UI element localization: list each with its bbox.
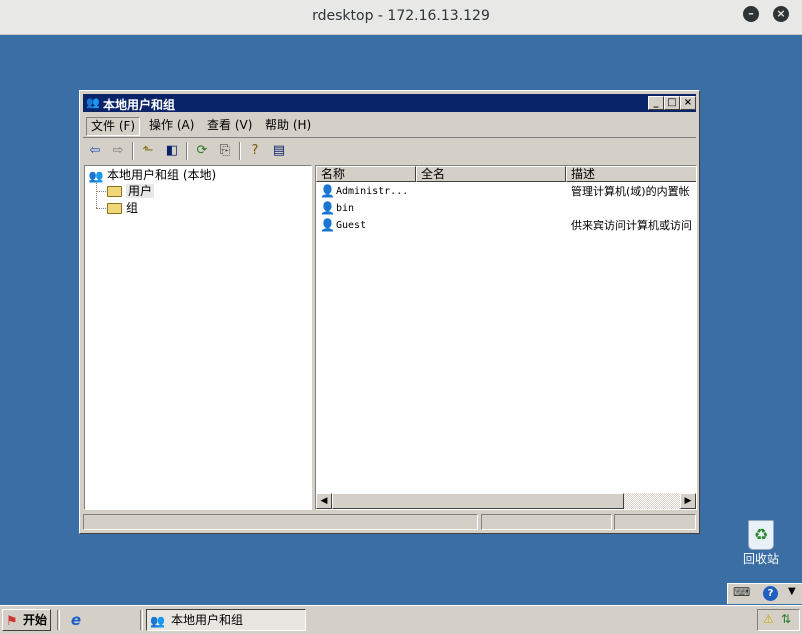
toolbar-separator — [239, 142, 241, 160]
menu-bar: 文件 (F) 操作 (A) 查看 (V) 帮助 (H) — [83, 115, 696, 138]
start-button[interactable]: ⚑ 开始 — [2, 609, 51, 631]
user-name: bin — [336, 203, 355, 214]
local-users-groups-window: 👥 本地用户和组 _ □ × 文件 (F) 操作 (A) 查看 (V) 帮助 (… — [79, 90, 700, 534]
recycle-bin-label: 回收站 — [742, 552, 779, 566]
maximize-button[interactable]: □ — [664, 96, 680, 110]
system-tray: ⚠ ⇅ — [757, 609, 800, 631]
column-header-name[interactable]: 名称 — [316, 166, 416, 182]
users-group-icon: 👥 — [150, 614, 165, 628]
column-header-description[interactable]: 描述 — [566, 166, 696, 182]
tree-connector — [96, 191, 106, 192]
scroll-right-arrow-icon[interactable]: ▶ — [680, 493, 696, 509]
open-folder-icon — [107, 186, 122, 197]
menu-view[interactable]: 查看 (V) — [203, 117, 256, 134]
user-description: 管理计算机(域)的内置帐 — [571, 185, 690, 198]
window-titlebar[interactable]: 👥 本地用户和组 _ □ × — [83, 94, 696, 112]
user-icon: 👤 — [320, 201, 335, 215]
close-button[interactable]: × — [680, 96, 696, 110]
table-row[interactable]: 👤Administr... 管理计算机(域)的内置帐 — [316, 183, 696, 200]
horizontal-scrollbar[interactable]: ◀ ▶ — [316, 493, 696, 509]
table-row[interactable]: 👤Guest 供来宾访问计算机或访问 — [316, 217, 696, 234]
tree-item-groups[interactable]: 组 — [107, 200, 138, 216]
toolbar-separator — [186, 142, 188, 160]
keyboard-icon[interactable]: ⌨ — [733, 585, 750, 599]
tree-connector — [96, 183, 97, 208]
toolbar: ⇦ ⇨ ⬑ ◧ ⟳ ⎘ ? ▤ — [83, 139, 696, 163]
properties-icon[interactable]: ▤ — [270, 142, 288, 160]
user-name-cell: 👤Guest — [320, 217, 366, 234]
tree-item-groups-label: 组 — [126, 201, 139, 215]
menu-action[interactable]: 操作 (A) — [145, 117, 198, 134]
help-circle-icon[interactable]: ? — [763, 586, 778, 601]
column-header-full-name[interactable]: 全名 — [416, 166, 566, 182]
internet-explorer-icon[interactable]: e — [67, 611, 85, 629]
rdesktop-title: rdesktop - 172.16.13.129 — [312, 8, 490, 24]
user-description: 供来宾访问计算机或访问 — [571, 219, 692, 232]
help-icon[interactable]: ? — [246, 142, 264, 160]
taskbar: ⚑ 开始 e 👥 本地用户和组 ⚠ ⇅ — [0, 605, 802, 634]
forward-arrow-icon[interactable]: ⇨ — [109, 142, 127, 160]
status-bar — [83, 513, 696, 531]
taskbar-item-local-users-groups[interactable]: 👥 本地用户和组 — [146, 609, 306, 631]
chevron-down-icon[interactable]: ▼ — [788, 586, 796, 597]
recycle-bin-icon: ♻ — [748, 520, 774, 550]
scrollbar-thumb[interactable] — [332, 493, 624, 509]
folder-icon — [107, 203, 122, 214]
quicklaunch-separator — [57, 610, 60, 630]
user-name-cell: 👤bin — [320, 200, 354, 217]
language-bar: ⌨ ? ▼ — [727, 583, 802, 604]
minimize-button[interactable]: _ — [648, 96, 664, 110]
taskbar-item-label: 本地用户和组 — [171, 613, 244, 627]
user-name: Administr... — [336, 186, 409, 197]
table-row[interactable]: 👤bin — [316, 200, 696, 217]
tree-connector — [96, 208, 106, 209]
user-name: Guest — [336, 220, 367, 231]
users-group-icon: 👥 — [88, 168, 104, 183]
scroll-left-arrow-icon[interactable]: ◀ — [316, 493, 332, 509]
export-list-icon[interactable]: ⎘ — [216, 142, 234, 160]
tree-root-label: 本地用户和组 (本地) — [107, 168, 217, 182]
back-arrow-icon[interactable]: ⇦ — [86, 142, 104, 160]
tree-root[interactable]: 👥 本地用户和组 (本地) — [88, 167, 217, 183]
users-group-icon: 👥 — [86, 96, 100, 109]
status-cell-2 — [481, 514, 612, 530]
rdesktop-minimize-button[interactable]: – — [743, 6, 759, 22]
menu-help[interactable]: 帮助 (H) — [261, 117, 315, 134]
rdesktop-titlebar: rdesktop - 172.16.13.129 – × — [0, 0, 802, 35]
tree-pane: 👥 本地用户和组 (本地) 用户 组 — [84, 165, 312, 510]
show-hide-tree-icon[interactable]: ◧ — [163, 142, 181, 160]
recycle-bin[interactable]: ♻ 回收站 — [738, 520, 784, 567]
status-cell-3 — [614, 514, 696, 530]
quicklaunch-separator — [140, 610, 143, 630]
tree-item-users-label: 用户 — [126, 184, 155, 198]
disabled-user-icon: 👤 — [320, 218, 335, 232]
tree-item-users[interactable]: 用户 — [107, 183, 155, 199]
window-title: 本地用户和组 — [103, 98, 176, 112]
start-label: 开始 — [23, 613, 48, 627]
user-icon: 👤 — [320, 184, 335, 198]
network-icon[interactable]: ⇅ — [781, 612, 791, 626]
rdesktop-close-button[interactable]: × — [773, 6, 789, 22]
up-folder-icon[interactable]: ⬑ — [139, 142, 157, 160]
security-shield-icon[interactable]: ⚠ — [763, 612, 774, 626]
user-list-pane: 名称 全名 描述 👤Administr... 管理计算机(域)的内置帐 👤bin… — [315, 165, 697, 510]
status-cell-main — [83, 514, 478, 530]
toolbar-separator — [132, 142, 134, 160]
windows-flag-icon: ⚑ — [6, 614, 18, 629]
refresh-icon[interactable]: ⟳ — [193, 142, 211, 160]
scrollbar-track[interactable] — [624, 493, 680, 509]
user-name-cell: 👤Administr... — [320, 183, 408, 200]
menu-file[interactable]: 文件 (F) — [86, 117, 141, 136]
